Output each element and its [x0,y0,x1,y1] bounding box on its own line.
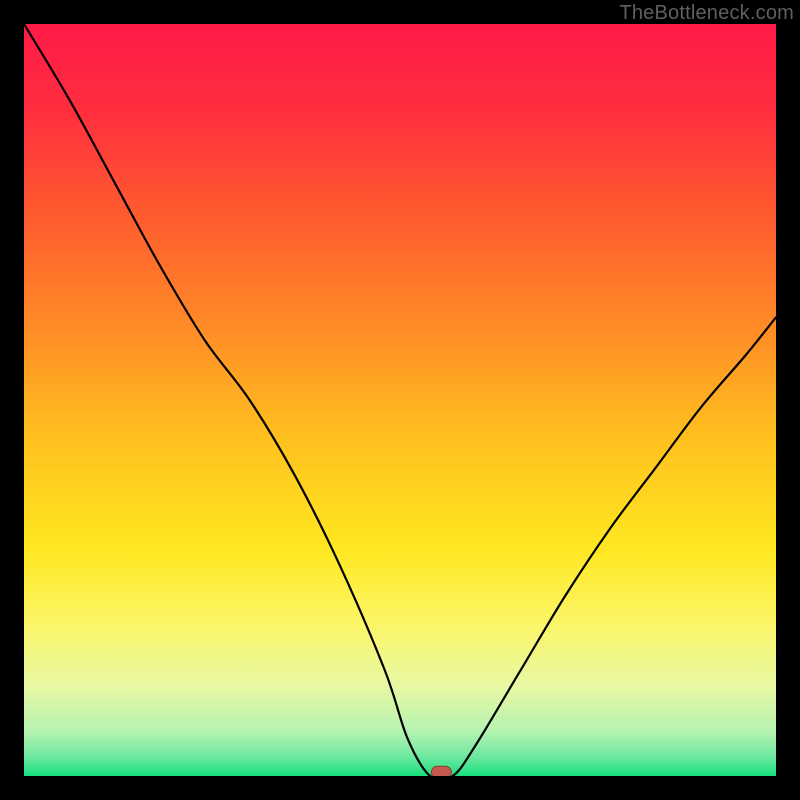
plot-background [24,24,776,776]
chart-frame: TheBottleneck.com [0,0,800,800]
attribution-label: TheBottleneck.com [619,2,794,25]
bottleneck-chart [24,24,776,776]
optimal-marker-pill [431,766,451,776]
optimal-marker [431,766,451,776]
